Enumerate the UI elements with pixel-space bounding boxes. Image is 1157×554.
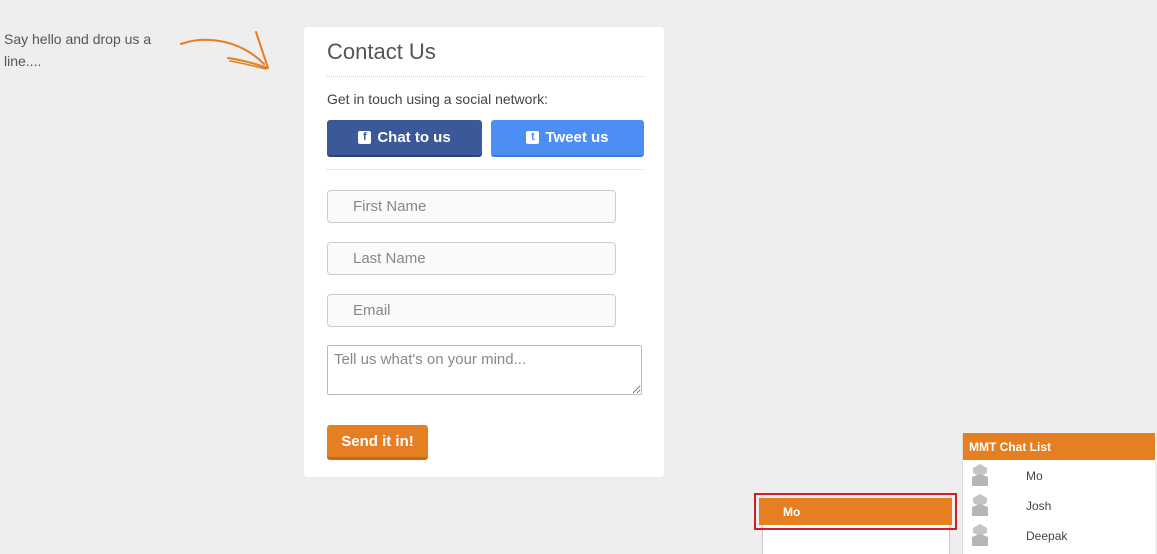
user-icon xyxy=(972,494,988,516)
last-name-field[interactable] xyxy=(327,242,616,275)
chat-list-item-deepak[interactable]: Deepak xyxy=(963,520,1155,550)
chat-list-item-mo[interactable]: Mo xyxy=(963,460,1155,490)
social-divider xyxy=(327,169,644,170)
tweet-label: Tweet us xyxy=(545,129,609,146)
chat-list-title[interactable]: MMT Chat List xyxy=(963,433,1155,460)
contact-card: Contact Us Get in touch using a social n… xyxy=(304,27,664,477)
first-name-field[interactable] xyxy=(327,190,616,223)
chat-list-panel: MMT Chat List Mo Josh Deepak xyxy=(962,433,1155,554)
chat-user-name: Deepak xyxy=(1026,529,1068,543)
chat-user-name: Mo xyxy=(1026,469,1043,483)
chat-window-title[interactable]: Mo xyxy=(759,498,952,525)
facebook-chat-button[interactable]: f Chat to us xyxy=(327,120,482,157)
twitter-icon: t xyxy=(526,131,540,144)
user-icon xyxy=(972,464,988,486)
facebook-icon: f xyxy=(358,131,372,144)
intro-text: Say hello and drop us a line.... xyxy=(4,31,152,69)
social-caption: Get in touch using a social network: xyxy=(327,91,549,107)
chat-list-item-josh[interactable]: Josh xyxy=(963,490,1155,520)
hand-drawn-arrow-icon xyxy=(180,31,269,70)
email-field[interactable] xyxy=(327,294,616,327)
chat-window-header[interactable]: Mo xyxy=(754,493,957,530)
message-field[interactable] xyxy=(327,345,642,395)
facebook-chat-label: Chat to us xyxy=(377,129,451,146)
contact-title: Contact Us xyxy=(327,39,436,64)
user-icon xyxy=(972,524,988,546)
tweet-button[interactable]: t Tweet us xyxy=(491,120,644,157)
chat-user-name: Josh xyxy=(1026,499,1052,513)
send-button[interactable]: Send it in! xyxy=(327,425,428,460)
title-divider xyxy=(327,76,644,77)
